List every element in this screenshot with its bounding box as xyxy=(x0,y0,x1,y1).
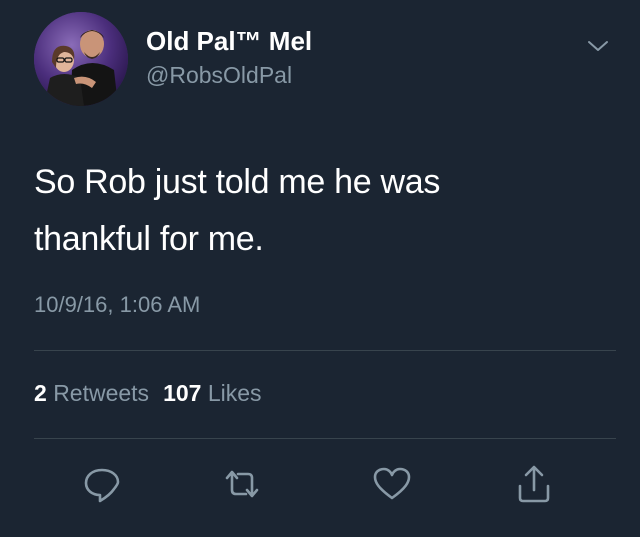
user-handle[interactable]: @RobsOldPal xyxy=(146,62,292,89)
share-button[interactable] xyxy=(512,462,556,506)
retweet-button[interactable] xyxy=(220,462,264,506)
divider xyxy=(34,350,616,351)
retweets-label: Retweets xyxy=(53,380,150,406)
chevron-down-icon[interactable] xyxy=(586,36,610,56)
tweet-card: Old Pal™ Mel @RobsOldPal So Rob just tol… xyxy=(0,0,640,537)
reply-button[interactable] xyxy=(80,462,124,506)
avatar[interactable] xyxy=(34,12,128,106)
tweet-stats: 2 Retweets 107 Likes xyxy=(34,380,276,407)
heart-icon xyxy=(373,467,411,500)
tweet-actions xyxy=(0,462,640,506)
tweet-text: So Rob just told me he was thankful for … xyxy=(34,154,614,268)
share-icon xyxy=(518,465,550,503)
divider xyxy=(34,438,616,439)
like-button[interactable] xyxy=(370,462,414,506)
reply-icon xyxy=(84,468,120,503)
retweets-count: 2 xyxy=(34,380,47,406)
retweets-stat[interactable]: 2 Retweets xyxy=(34,380,149,406)
timestamp[interactable]: 10/9/16, 1:06 AM xyxy=(34,292,200,318)
likes-stat[interactable]: 107 Likes xyxy=(163,380,261,406)
retweet-icon xyxy=(225,470,259,498)
tweet-text-line: thankful for me. xyxy=(34,220,264,258)
likes-count: 107 xyxy=(163,380,202,406)
display-name[interactable]: Old Pal™ Mel xyxy=(146,26,312,57)
tweet-text-line: So Rob just told me he was xyxy=(34,163,441,201)
likes-label: Likes xyxy=(207,380,262,406)
profile-photo-icon xyxy=(34,12,128,106)
